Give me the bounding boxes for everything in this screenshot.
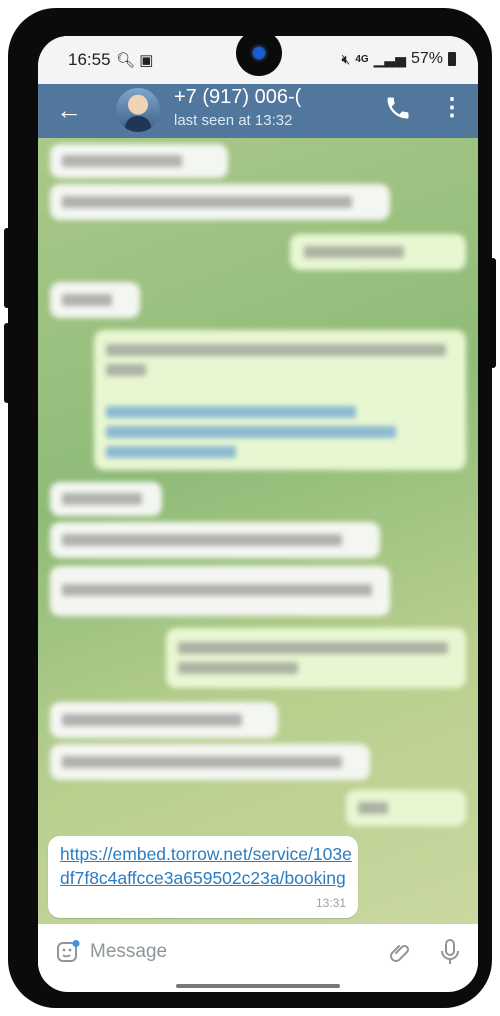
battery-icon [448,52,456,66]
message-list[interactable]: https://embed.torrow.net/service/103edf7… [38,138,478,924]
status-bar: 16:55 🔍︎ ▣ 🔇︎ 4G ▁▃▅ 57% [38,36,478,84]
status-time: 16:55 [68,50,111,69]
message-bubble-blurred[interactable] [50,184,390,220]
message-bubble-blurred[interactable] [290,234,466,270]
battery-percent: 57% [410,50,443,67]
chat-header: ← +7 (917) 006-( last seen at 13:32 ⋮ [38,84,478,138]
phone-call-icon[interactable] [384,94,412,122]
microphone-icon[interactable] [440,938,460,966]
message-bubble-blurred[interactable] [50,482,162,516]
mute-icon: 🔇︎ [341,50,351,67]
message-bubble-blurred[interactable] [50,144,228,178]
last-seen-status: last seen at 13:32 [174,112,293,129]
status-right-group: 🔇︎ 4G ▁▃▅ 57% [341,50,456,68]
back-arrow-icon[interactable]: ← [56,96,82,124]
power-button [490,258,496,368]
message-bubble-blurred[interactable] [50,702,278,738]
message-bubble-blurred[interactable] [50,566,390,616]
message-bubble-blurred[interactable] [50,744,370,780]
phone-frame: 16:55 🔍︎ ▣ 🔇︎ 4G ▁▃▅ 57% ← +7 (917) 006-… [4,8,496,1008]
message-bubble-blurred[interactable] [166,628,466,688]
gesture-navigation-bar[interactable] [176,984,340,988]
message-bubble-blurred[interactable] [94,330,466,470]
contact-name[interactable]: +7 (917) 006-( [174,86,301,109]
signal-icon: ▁▃▅ [373,50,406,67]
front-camera [236,36,282,76]
sticker-emoji-icon[interactable] [56,940,80,964]
screen: 16:55 🔍︎ ▣ 🔇︎ 4G ▁▃▅ 57% ← +7 (917) 006-… [38,36,478,992]
attach-paperclip-icon[interactable] [388,940,412,966]
avatar[interactable] [116,88,160,132]
message-bubble-blurred[interactable] [50,522,380,558]
more-options-icon[interactable]: ⋮ [440,96,464,120]
message-input[interactable]: Message [90,934,370,970]
volume-button [4,228,10,308]
message-link[interactable]: https://embed.torrow.net/service/103edf7… [60,842,352,890]
message-bubble-blurred[interactable] [50,282,140,318]
volume-button-lower [4,323,10,403]
status-notification-icons: 🔍︎ ▣ [116,52,154,69]
composer-bar: Message [38,924,478,982]
network-label: 4G [355,53,369,65]
message-bubble-blurred[interactable] [346,790,466,826]
message-bubble-link[interactable]: https://embed.torrow.net/service/103edf7… [48,836,358,918]
message-timestamp: 13:31 [315,896,346,910]
